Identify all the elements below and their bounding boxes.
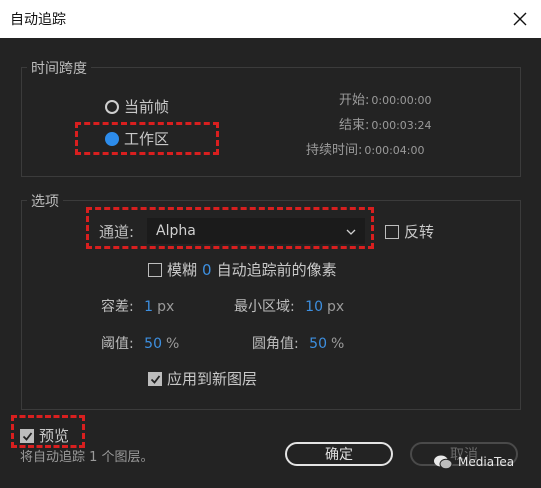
start-info: 开始: 0:00:00:00 (339, 89, 432, 108)
options-group-title: 选项 (27, 191, 63, 211)
invert-checkbox-box (385, 224, 399, 239)
min-area-value[interactable]: 10 (305, 299, 323, 315)
min-area-label: 最小区域: (234, 299, 295, 315)
blur-value[interactable]: 0 (202, 261, 212, 279)
radio-label-current-frame: 当前帧 (124, 98, 170, 116)
checkmark-icon (150, 374, 161, 384)
blur-checkbox-box (148, 262, 162, 277)
tolerance-value[interactable]: 1 (144, 299, 153, 315)
start-value: 0:00:00:00 (371, 94, 432, 107)
tolerance-unit: px (157, 299, 175, 315)
highlight-preview (11, 415, 85, 448)
end-value: 0:00:03:24 (371, 119, 432, 132)
duration-label: 持续时间: (306, 143, 363, 158)
radio-current-frame[interactable]: 当前帧 (105, 96, 169, 117)
highlight-channel (86, 207, 374, 249)
apply-new-layer-label: 应用到新图层 (167, 370, 258, 388)
watermark: MediaTea (433, 454, 514, 470)
end-label: 结束: (339, 118, 370, 133)
radio-circle-current-frame (105, 99, 119, 114)
time-span-group-title: 时间跨度 (27, 58, 91, 78)
corner-value[interactable]: 50 (309, 336, 327, 352)
ok-button[interactable]: 确定 (285, 442, 393, 466)
end-info: 结束: 0:00:03:24 (339, 114, 432, 133)
highlight-work-area (75, 122, 219, 155)
close-button[interactable] (499, 0, 541, 38)
blur-checkbox[interactable]: 模糊 0 自动追踪前的像素 (148, 259, 337, 280)
threshold-row: 阈值: 50% (101, 333, 179, 353)
min-area-row: 最小区域: 10 px (234, 296, 344, 316)
corner-row: 圆角值: 50% (252, 333, 344, 353)
wechat-icon (434, 455, 453, 470)
status-text: 将自动追踪 1 个图层。 (20, 450, 154, 465)
invert-checkbox[interactable]: 反转 (385, 221, 434, 242)
invert-label: 反转 (404, 223, 435, 241)
title-bar: 自动追踪 (0, 0, 541, 38)
blur-label-pre: 模糊 (167, 261, 198, 279)
tolerance-label: 容差: (101, 299, 134, 315)
apply-new-layer-checkbox-box (148, 371, 162, 386)
corner-label: 圆角值: (252, 336, 299, 352)
start-label: 开始: (339, 93, 370, 108)
blur-label-post: 自动追踪前的像素 (216, 261, 337, 279)
watermark-text: MediaTea (458, 455, 515, 469)
window-title: 自动追踪 (10, 12, 66, 28)
close-icon (513, 12, 527, 26)
duration-info: 持续时间: 0:00:04:00 (306, 139, 425, 158)
threshold-unit: % (166, 336, 180, 352)
threshold-label: 阈值: (101, 336, 134, 352)
tolerance-row: 容差: 1 px (101, 296, 174, 316)
min-area-unit: px (327, 299, 345, 315)
threshold-value[interactable]: 50 (144, 336, 162, 352)
apply-new-layer-checkbox[interactable]: 应用到新图层 (148, 368, 257, 389)
corner-unit: % (331, 336, 345, 352)
duration-value: 0:00:04:00 (364, 144, 425, 157)
